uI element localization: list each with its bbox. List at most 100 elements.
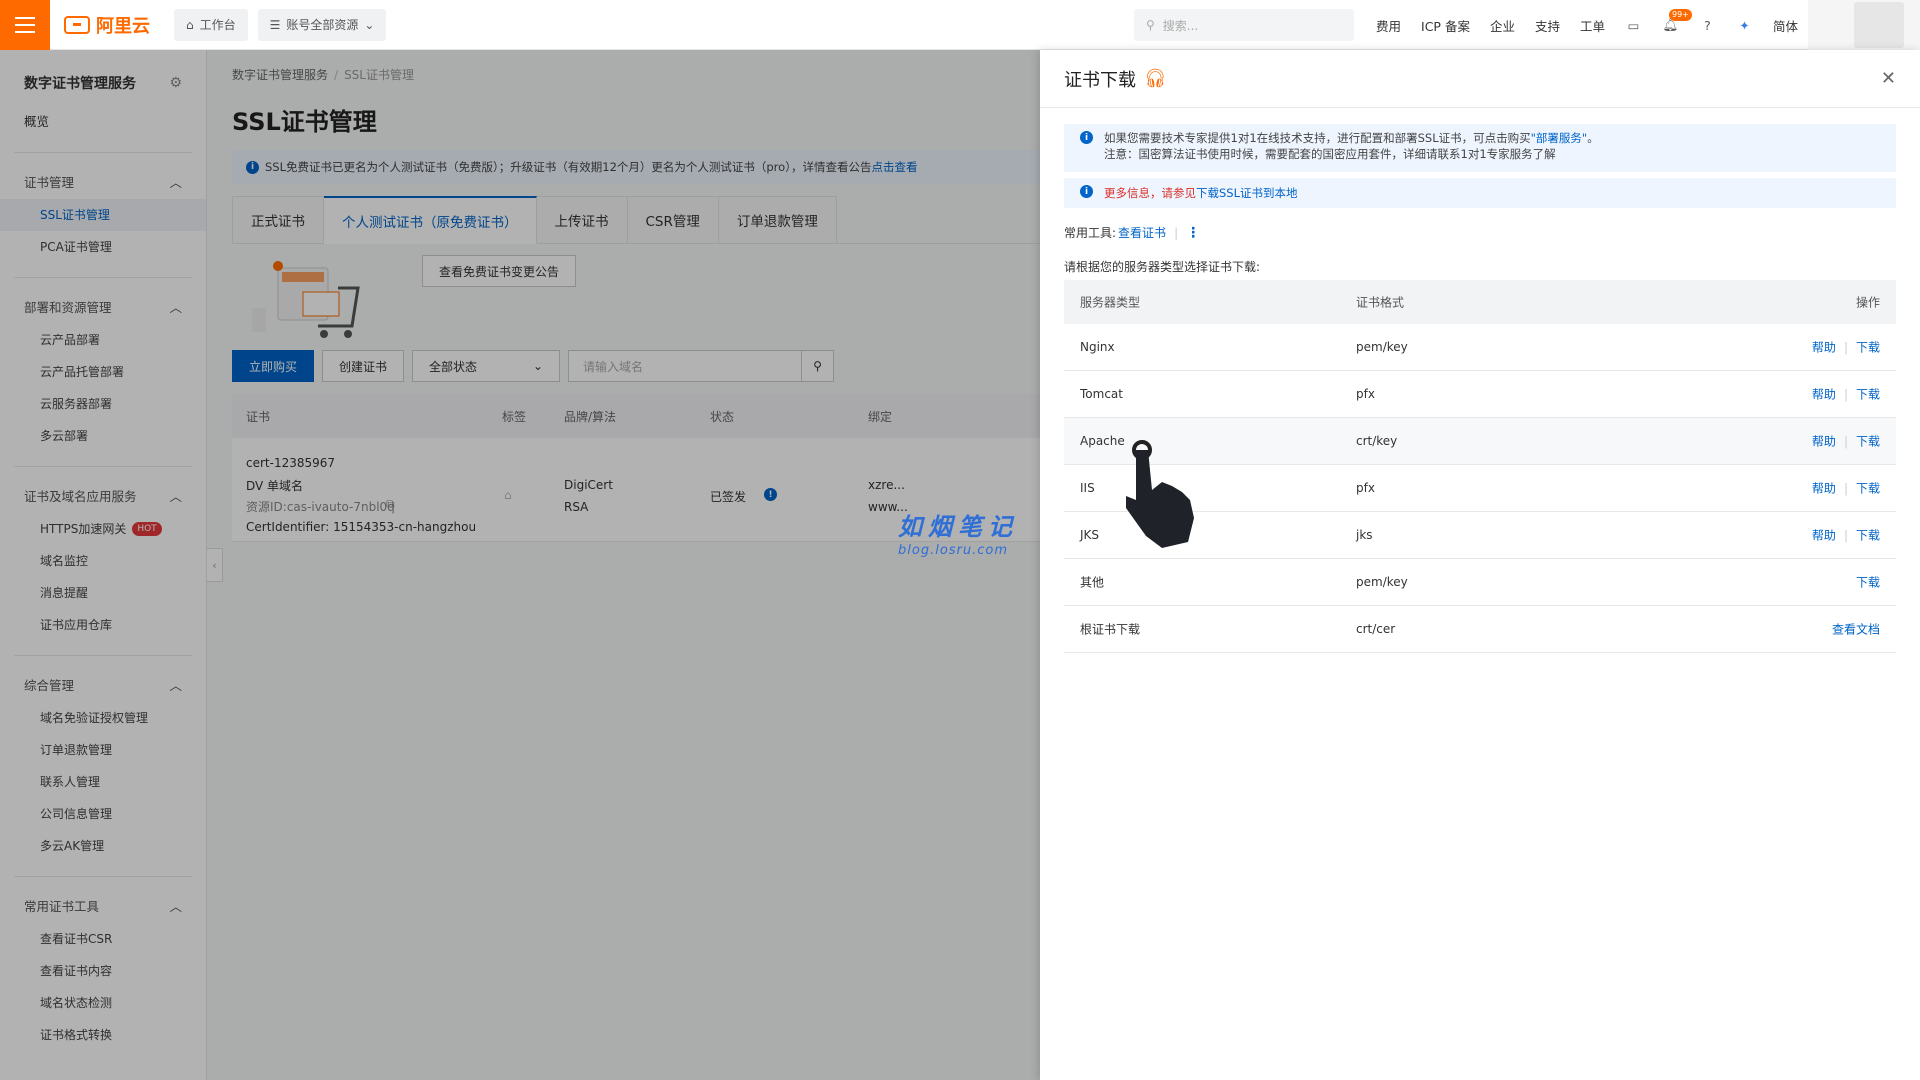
nav-fee[interactable]: 费用 bbox=[1376, 16, 1401, 35]
server-type: JKS bbox=[1080, 528, 1100, 542]
cert-type: DV 单域名 bbox=[246, 479, 304, 493]
sidebar-item-overview[interactable]: 概览 bbox=[0, 106, 206, 138]
resource-selector[interactable]: ☰ 账号全部资源 ⌄ bbox=[257, 8, 387, 41]
hand-cursor-icon bbox=[1126, 440, 1194, 548]
download-hint: 请根据您的服务器类型选择证书下载: bbox=[1064, 260, 1261, 274]
row-actions: 查看文档 bbox=[1832, 621, 1880, 638]
group-label: 常用证书工具 bbox=[24, 899, 100, 914]
more-vertical-icon[interactable]: ⋮ bbox=[1186, 225, 1200, 241]
sidebar-group-deploy[interactable]: 部署和资源管理 ︿ bbox=[0, 292, 206, 324]
sidebar-item-view-csr[interactable]: 查看证书CSR bbox=[0, 923, 206, 955]
domain-search-input[interactable]: 请输入域名 ⚲ bbox=[568, 350, 835, 382]
download-guide-link[interactable]: 下载SSL证书到本地 bbox=[1196, 186, 1298, 200]
sidebar-item-message-alert[interactable]: 消息提醒 bbox=[0, 577, 206, 609]
download-link[interactable]: 下载 bbox=[1856, 433, 1880, 450]
divider: | bbox=[1843, 340, 1848, 354]
sidebar-item-domain-monitor[interactable]: 域名监控 bbox=[0, 545, 206, 577]
help-link[interactable]: 帮助 bbox=[1812, 339, 1836, 356]
download-link[interactable]: 下载 bbox=[1856, 480, 1880, 497]
account-area[interactable] bbox=[1808, 0, 1920, 50]
sidebar-item-format-convert[interactable]: 证书格式转换 bbox=[0, 1019, 206, 1051]
sidebar-item-domain-check[interactable]: 域名状态检测 bbox=[0, 987, 206, 1019]
sidebar-item-company[interactable]: 公司信息管理 bbox=[0, 798, 206, 830]
view-doc-link[interactable]: 查看文档 bbox=[1832, 621, 1880, 638]
sidebar-group-admin[interactable]: 综合管理 ︿ bbox=[0, 670, 206, 702]
sidebar-item-ak[interactable]: 多云AK管理 bbox=[0, 830, 206, 862]
server-type: 其他 bbox=[1080, 575, 1105, 590]
download-link[interactable]: 下载 bbox=[1856, 339, 1880, 356]
help-link[interactable]: 帮助 bbox=[1812, 433, 1836, 450]
assistant-icon[interactable]: ✦ bbox=[1736, 17, 1753, 34]
note-line-1: 如果您需要技术专家提供1对1在线技术支持，进行配置和部署SSL证书，可点击购买"… bbox=[1104, 130, 1896, 146]
sidebar-item-view-cert[interactable]: 查看证书内容 bbox=[0, 955, 206, 987]
tab-personal-test[interactable]: 个人测试证书（原免费证书） bbox=[324, 196, 537, 244]
nav-enterprise[interactable]: 企业 bbox=[1490, 16, 1515, 35]
download-link[interactable]: 下载 bbox=[1856, 574, 1880, 591]
status-select[interactable]: 全部状态 ⌄ bbox=[412, 350, 561, 382]
tab-csr[interactable]: CSR管理 bbox=[627, 196, 719, 244]
avatar[interactable] bbox=[1854, 2, 1904, 48]
tab-official[interactable]: 正式证书 bbox=[232, 196, 324, 244]
download-link[interactable]: 下载 bbox=[1856, 527, 1880, 544]
download-link[interactable]: 下载 bbox=[1856, 386, 1880, 403]
search-icon[interactable]: ⚲ bbox=[801, 351, 833, 381]
notice-banner: i SSL免费证书已更名为个人测试证书（免费版）；升级证书（有效期12个月）更名为… bbox=[232, 150, 1040, 184]
copy-icon[interactable]: ⧉ bbox=[386, 497, 395, 512]
global-search-input[interactable]: ⚲ 搜索... bbox=[1134, 9, 1354, 41]
sidebar-item-multicloud-deploy[interactable]: 多云部署 bbox=[0, 420, 206, 452]
search-icon: ⚲ bbox=[1146, 18, 1155, 32]
headset-icon[interactable]: 🎧︎ bbox=[1144, 68, 1167, 89]
cert-tabs: 正式证书 个人测试证书（原免费证书） 上传证书 CSR管理 订单退款管理 bbox=[232, 196, 1040, 244]
sidebar-item-pca[interactable]: PCA证书管理 bbox=[0, 231, 206, 263]
terminal-icon[interactable]: ▭ bbox=[1625, 17, 1642, 34]
sidebar-item-https-gateway[interactable]: HTTPS加速网关 HOT bbox=[0, 513, 206, 545]
cert-change-notice-button[interactable]: 查看免费证书变更公告 bbox=[422, 255, 577, 287]
nav-ticket[interactable]: 工单 bbox=[1580, 16, 1605, 35]
nav-icp[interactable]: ICP 备案 bbox=[1421, 16, 1470, 35]
sidebar-item-ssl[interactable]: SSL证书管理 bbox=[0, 199, 206, 231]
help-link[interactable]: 帮助 bbox=[1812, 480, 1836, 497]
cert-download-drawer: 证书下载 🎧︎ ✕ i 如果您需要技术专家提供1对1在线技术支持，进行配置和部署… bbox=[1040, 50, 1920, 1080]
help-icon[interactable]: ? bbox=[1699, 17, 1716, 34]
sidebar-item-refund[interactable]: 订单退款管理 bbox=[0, 734, 206, 766]
breadcrumb: 数字证书管理服务 / SSL证书管理 bbox=[232, 66, 414, 83]
create-cert-button[interactable]: 创建证书 bbox=[322, 350, 405, 382]
view-cert-link[interactable]: 查看证书 bbox=[1118, 224, 1166, 241]
tab-upload[interactable]: 上传证书 bbox=[536, 196, 628, 244]
sidebar-item-managed-deploy[interactable]: 云产品托管部署 bbox=[0, 356, 206, 388]
domain-placeholder: 请输入域名 bbox=[583, 359, 644, 374]
sidebar-group-domain[interactable]: 证书及域名应用服务 ︿ bbox=[0, 481, 206, 513]
bell-icon[interactable]: 🔔︎ 99+ bbox=[1662, 8, 1692, 34]
cert-name[interactable]: cert-12385967 bbox=[246, 456, 335, 470]
tab-refund[interactable]: 订单退款管理 bbox=[718, 196, 837, 244]
close-icon[interactable]: ✕ bbox=[1881, 68, 1896, 89]
sidebar-item-domain-auth[interactable]: 域名免验证授权管理 bbox=[0, 702, 206, 734]
menu-icon[interactable] bbox=[0, 0, 50, 50]
workbench-label: 工作台 bbox=[199, 18, 236, 32]
main-content: 数字证书管理服务 / SSL证书管理 SSL证书管理 i SSL免费证书已更名为个人测… bbox=[208, 50, 1040, 1080]
gear-icon[interactable]: ⚙ bbox=[169, 75, 182, 91]
group-label: 综合管理 bbox=[24, 678, 75, 693]
list-icon: ☰ bbox=[269, 17, 281, 32]
sidebar-item-cloud-deploy[interactable]: 云产品部署 bbox=[0, 324, 206, 356]
breadcrumb-link[interactable]: 数字证书管理服务 bbox=[232, 68, 328, 82]
sidebar-group-cert[interactable]: 证书管理 ︿ bbox=[0, 167, 206, 199]
top-nav: 费用 ICP 备案 企业 支持 工单 ▭ 🔔︎ 99+ ? ✦ 简体 bbox=[1376, 0, 1798, 50]
workbench-button[interactable]: ⌂ 工作台 bbox=[174, 8, 248, 41]
aliyun-logo[interactable]: 阿里云 bbox=[64, 12, 164, 38]
buy-now-button[interactable]: 立即购买 bbox=[232, 350, 315, 382]
deploy-service-link[interactable]: "部署服务" bbox=[1531, 131, 1588, 145]
tag-icon[interactable]: ⌂ bbox=[504, 488, 512, 502]
language-switch[interactable]: 简体 bbox=[1773, 16, 1798, 35]
help-link[interactable]: 帮助 bbox=[1812, 386, 1836, 403]
nav-support[interactable]: 支持 bbox=[1535, 16, 1560, 35]
help-link[interactable]: 帮助 bbox=[1812, 527, 1836, 544]
sidebar-item-contacts[interactable]: 联系人管理 bbox=[0, 766, 206, 798]
notice-link[interactable]: 点击查看 bbox=[871, 159, 917, 175]
sidebar-group-tools[interactable]: 常用证书工具 ︿ bbox=[0, 891, 206, 923]
sidebar-item-server-deploy[interactable]: 云服务器部署 bbox=[0, 388, 206, 420]
status-info-icon[interactable]: ! bbox=[764, 488, 777, 501]
divider: | bbox=[1843, 434, 1848, 448]
sidebar-item-cert-repo[interactable]: 证书应用仓库 bbox=[0, 609, 206, 641]
drawer-title: 证书下载 bbox=[1064, 69, 1136, 91]
